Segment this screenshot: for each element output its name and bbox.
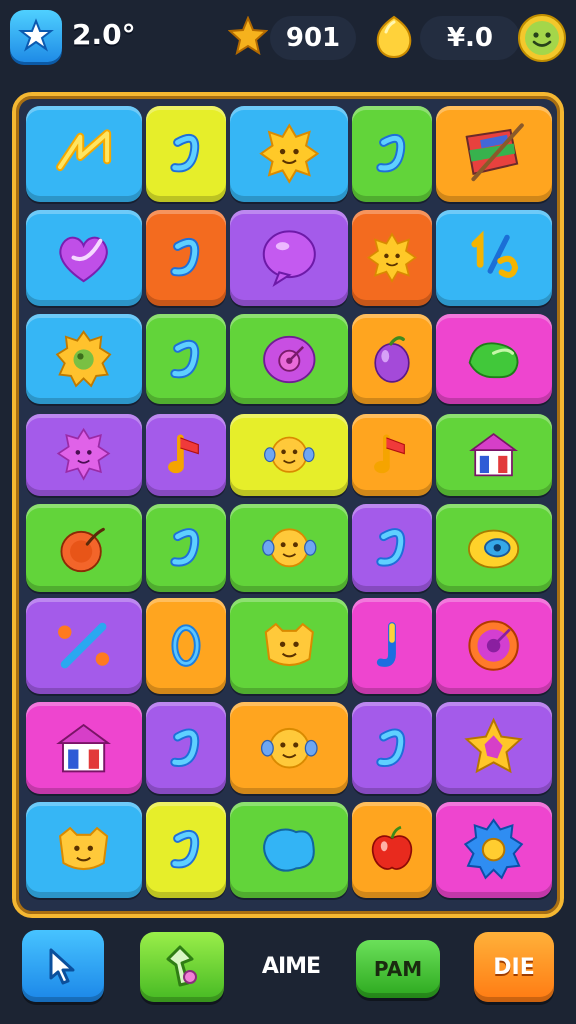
swirl-icon	[146, 802, 226, 898]
blob-icon	[230, 802, 348, 898]
spiky-face-icon	[26, 414, 142, 496]
hammer-button[interactable]	[140, 932, 224, 1002]
tile-spiky-face[interactable]	[26, 414, 142, 496]
tile-swirl[interactable]	[146, 702, 226, 794]
tile-swirl[interactable]	[146, 504, 226, 592]
heart-target-icon	[230, 314, 348, 404]
fraction-icon	[436, 210, 552, 306]
tile-swirl[interactable]	[146, 802, 226, 898]
tile-house[interactable]	[436, 414, 552, 496]
eye-icon	[436, 504, 552, 592]
zigzag-icon	[26, 106, 142, 202]
swirl-icon	[352, 504, 432, 592]
swirl-icon	[146, 314, 226, 404]
tile-flag[interactable]	[436, 106, 552, 202]
tile-star-gem[interactable]	[436, 702, 552, 794]
tile-swirl[interactable]	[352, 106, 432, 202]
tile-gear[interactable]	[26, 314, 142, 404]
tile-sun-face[interactable]	[352, 210, 432, 306]
tile-swirl[interactable]	[146, 106, 226, 202]
score-star-icon	[228, 16, 268, 56]
flag-icon	[436, 106, 552, 202]
gear-blue-icon	[436, 802, 552, 898]
tile-smiley-face[interactable]	[230, 504, 348, 592]
swirl-icon	[352, 702, 432, 794]
tile-hook[interactable]	[352, 598, 432, 694]
tile-swirl[interactable]	[146, 210, 226, 306]
heart-icon	[26, 210, 142, 306]
tile-smiley-face[interactable]	[230, 414, 348, 496]
tile-music-note[interactable]	[146, 414, 226, 496]
tile-blob[interactable]	[230, 802, 348, 898]
plum-icon	[352, 314, 432, 404]
cat-face-icon	[26, 802, 142, 898]
bomb-icon	[26, 504, 142, 592]
pam-button[interactable]: PAM	[356, 940, 440, 998]
smiley-face-icon	[230, 414, 348, 496]
cursor-button[interactable]	[22, 930, 104, 1002]
star-icon	[18, 18, 54, 52]
tile-bomb[interactable]	[26, 504, 142, 592]
music-note-icon	[146, 414, 226, 496]
game-board	[12, 92, 564, 918]
tile-swirl[interactable]	[146, 314, 226, 404]
tile-heart-target[interactable]	[230, 314, 348, 404]
tile-house[interactable]	[26, 702, 142, 794]
die-button[interactable]: DIE	[474, 932, 554, 1002]
swirl-icon	[146, 210, 226, 306]
leaf-icon	[436, 314, 552, 404]
ring-icon	[146, 598, 226, 694]
gear-icon	[26, 314, 142, 404]
slash-flowers-icon	[26, 598, 142, 694]
tile-swirl[interactable]	[352, 504, 432, 592]
tile-cat-face[interactable]	[230, 598, 348, 694]
tile-heart[interactable]	[26, 210, 142, 306]
aime-label: AIME	[261, 954, 321, 979]
tile-eye[interactable]	[436, 504, 552, 592]
level-star-badge[interactable]	[10, 10, 62, 62]
cat-face-icon	[230, 598, 348, 694]
tile-fraction[interactable]	[436, 210, 552, 306]
tile-bubble[interactable]	[230, 210, 348, 306]
tile-sun-face[interactable]	[230, 106, 348, 202]
gold-gem-icon	[376, 15, 412, 59]
swirl-icon	[146, 504, 226, 592]
hammer-icon	[166, 945, 197, 987]
tile-cat-face[interactable]	[26, 802, 142, 898]
score-counter: 901	[270, 16, 356, 60]
sun-face-icon	[352, 210, 432, 306]
smiley-profile-icon[interactable]	[516, 12, 568, 64]
swirl-icon	[352, 106, 432, 202]
star-gem-icon	[436, 702, 552, 794]
hook-icon	[352, 598, 432, 694]
tile-leaf[interactable]	[436, 314, 552, 404]
music-note-icon	[352, 414, 432, 496]
tile-swirl[interactable]	[352, 702, 432, 794]
tile-plum[interactable]	[352, 314, 432, 404]
swirl-icon	[146, 106, 226, 202]
tile-ring[interactable]	[146, 598, 226, 694]
tile-target[interactable]	[436, 598, 552, 694]
apple-icon	[352, 802, 432, 898]
top-hud: 2.0° 901 ¥.0	[0, 0, 576, 80]
sun-face-icon	[230, 106, 348, 202]
coins-counter: ¥.0	[420, 16, 520, 60]
smiley-face-icon	[230, 702, 348, 794]
level-value: 2.0°	[72, 18, 136, 51]
tile-smiley-face[interactable]	[230, 702, 348, 794]
house-icon	[26, 702, 142, 794]
bubble-icon	[230, 210, 348, 306]
swirl-icon	[146, 702, 226, 794]
cursor-icon	[49, 948, 75, 985]
smiley-face-icon	[230, 504, 348, 592]
tile-gear-blue[interactable]	[436, 802, 552, 898]
house-icon	[436, 414, 552, 496]
tile-music-note[interactable]	[352, 414, 432, 496]
tile-zigzag[interactable]	[26, 106, 142, 202]
tile-apple[interactable]	[352, 802, 432, 898]
target-icon	[436, 598, 552, 694]
tile-slash-flowers[interactable]	[26, 598, 142, 694]
